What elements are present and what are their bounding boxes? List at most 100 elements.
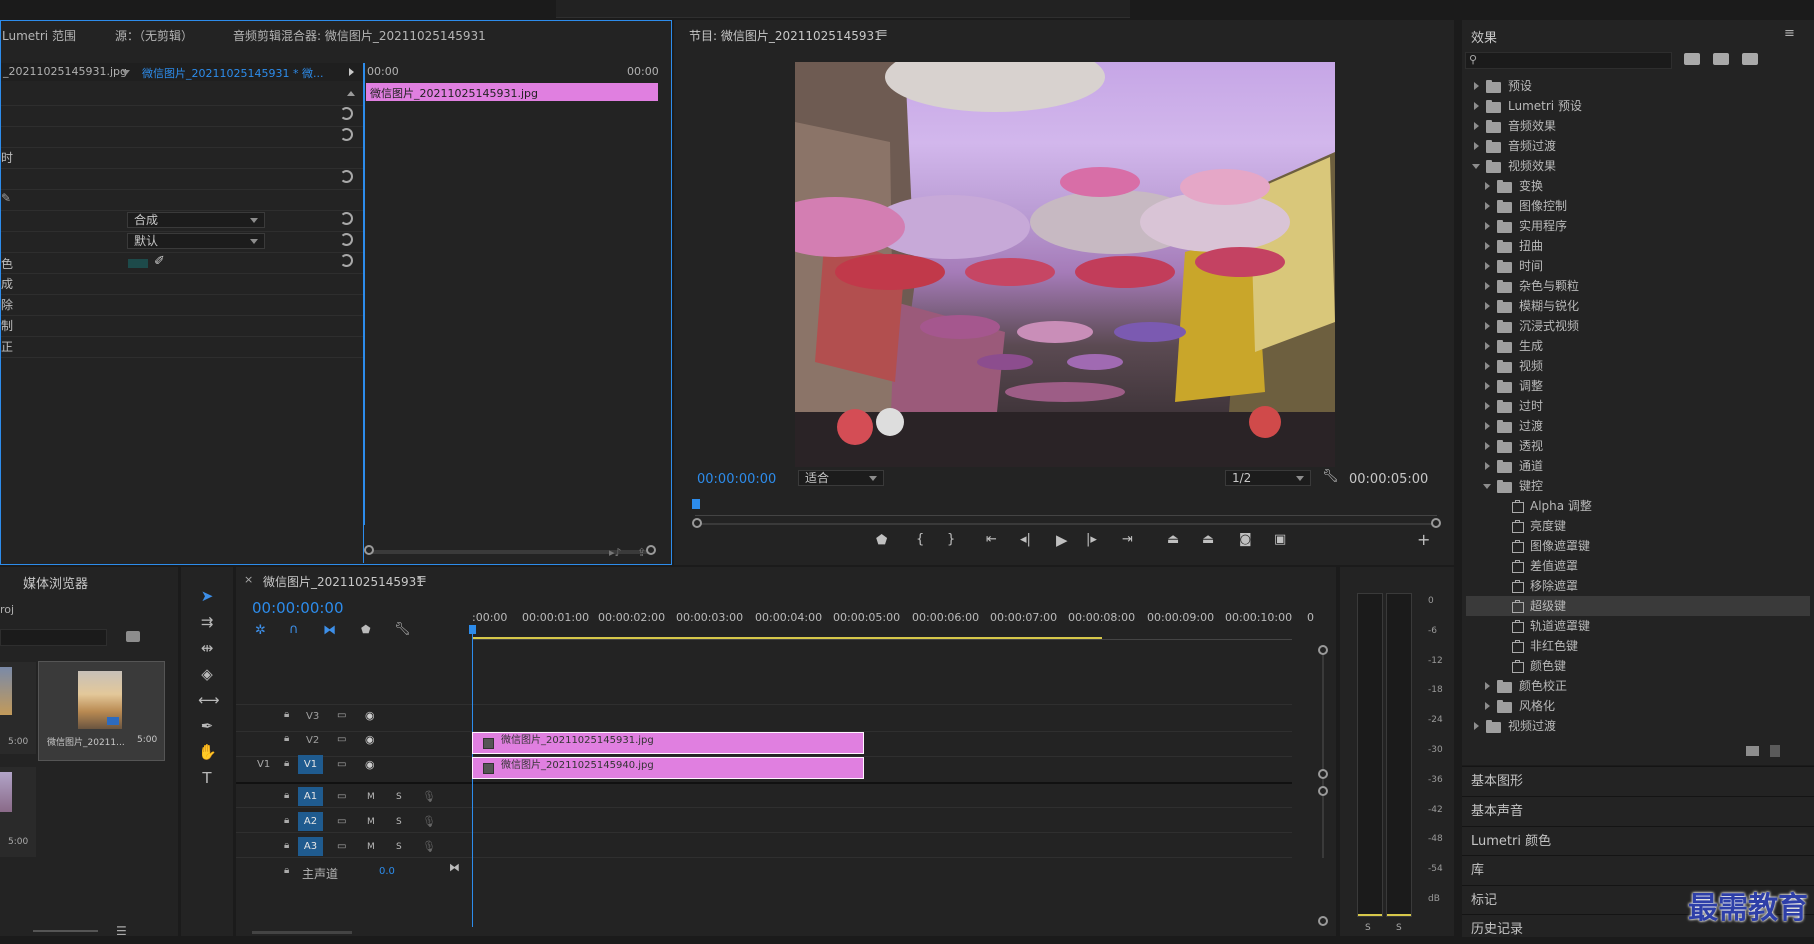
sync-lock-icon[interactable]: ▭ — [337, 734, 346, 745]
chevron-right-icon[interactable] — [1485, 222, 1490, 230]
v-scroll-handle[interactable] — [1318, 769, 1328, 779]
reset-icon[interactable] — [340, 212, 353, 225]
effects-tree-item[interactable]: 预设 — [1466, 76, 1810, 96]
effects-tree-item[interactable]: 时间 — [1466, 256, 1810, 276]
reset-icon[interactable] — [340, 107, 353, 120]
effects-tree-item[interactable]: 调整 — [1466, 376, 1810, 396]
ec-scroll-left-handle[interactable] — [364, 545, 374, 555]
chevron-right-icon[interactable] — [1485, 302, 1490, 310]
mic-icon[interactable]: 🎙︎ — [422, 790, 436, 803]
32bit-effects-icon[interactable] — [1713, 53, 1729, 65]
effects-tree-item[interactable]: 过渡 — [1466, 416, 1810, 436]
chevron-right-icon[interactable] — [1485, 402, 1490, 410]
eyedropper-icon[interactable]: ✐ — [154, 254, 165, 269]
effects-tree-item[interactable]: Alpha 调整 — [1466, 496, 1810, 516]
effects-tree-item[interactable]: 通道 — [1466, 456, 1810, 476]
timeline-clip[interactable]: 微信图片_20211025145931.jpg — [472, 732, 864, 754]
chevron-right-icon[interactable] — [1474, 722, 1479, 730]
effects-tree-item[interactable]: 杂色与颗粒 — [1466, 276, 1810, 296]
hand-tool-icon[interactable]: ✋ — [198, 743, 217, 761]
lock-icon[interactable]: 🔒︎ — [284, 840, 289, 851]
color-swatch[interactable] — [128, 259, 148, 268]
blend-default-dropdown[interactable]: 默认 — [127, 233, 265, 249]
lock-icon[interactable]: 🔒︎ — [284, 790, 289, 801]
chevron-right-icon[interactable] — [1474, 82, 1479, 90]
ec-mini-clip[interactable]: 微信图片_20211025145931.jpg — [366, 83, 658, 101]
chevron-right-icon[interactable] — [1485, 682, 1490, 690]
effects-tree-item[interactable]: 非红色键 — [1466, 636, 1810, 656]
effects-tree-item[interactable]: 亮度键 — [1466, 516, 1810, 536]
left-thumb-2[interactable]: 5:00 — [0, 767, 36, 857]
v-scroll-handle[interactable] — [1318, 916, 1328, 926]
effects-search-input[interactable]: ⚲ — [1465, 52, 1672, 69]
effects-tree-item[interactable]: 图像遮罩键 — [1466, 536, 1810, 556]
panel-menu-icon[interactable]: ≡ — [416, 572, 427, 587]
wrench-icon[interactable]: 🔧︎ — [394, 622, 411, 637]
add-marker-icon[interactable]: ⬟ — [876, 533, 887, 548]
panel-lumetri-color[interactable]: Lumetri 颜色 — [1462, 826, 1814, 856]
snap-nest-icon[interactable]: ✲ — [255, 623, 266, 638]
find-icon[interactable] — [126, 631, 140, 642]
effects-tree-item[interactable]: 颜色键 — [1466, 656, 1810, 676]
mute-button[interactable]: M — [367, 842, 375, 852]
lock-icon[interactable]: 🔒︎ — [284, 733, 289, 744]
solo-right-button[interactable]: S — [1396, 923, 1402, 933]
sync-lock-icon[interactable]: ▭ — [337, 791, 346, 802]
clip-sequence-name[interactable]: 微信图片_20211025145931 * 微... — [142, 65, 323, 81]
solo-left-button[interactable]: S — [1365, 923, 1371, 933]
h-scrollbar[interactable] — [252, 931, 352, 934]
resolution-dropdown[interactable]: 1/2 — [1225, 470, 1311, 486]
chevron-right-icon[interactable] — [1485, 382, 1490, 390]
project-zoom-slider[interactable] — [33, 930, 98, 932]
chevron-right-icon[interactable] — [1485, 362, 1490, 370]
delete-icon[interactable] — [1770, 745, 1780, 757]
sync-lock-icon[interactable]: ▭ — [337, 759, 346, 770]
share-icon[interactable]: ⇪ — [637, 546, 646, 559]
mark-out-icon[interactable]: } — [947, 532, 955, 547]
chevron-right-icon[interactable] — [1485, 322, 1490, 330]
program-playhead[interactable] — [692, 499, 700, 509]
program-monitor-title[interactable]: 节目: 微信图片_20211025145931 — [689, 27, 882, 44]
mark-in-icon[interactable]: { — [916, 532, 924, 547]
source-patch-v1[interactable]: V1 — [257, 759, 270, 770]
lock-icon[interactable]: 🔒︎ — [284, 709, 289, 720]
step-back-icon[interactable]: ◂| — [1020, 532, 1031, 547]
tab-audio-clip-mixer[interactable]: 音频剪辑混合器: 微信图片_20211025145931 — [233, 27, 486, 44]
yuv-effects-icon[interactable] — [1742, 53, 1758, 65]
timeline-clip[interactable]: 微信图片_20211025145940.jpg — [472, 757, 864, 779]
chevron-down-icon[interactable] — [1472, 164, 1480, 169]
extract-icon[interactable]: ⏏ — [1202, 532, 1214, 547]
effects-tree-item[interactable]: 生成 — [1466, 336, 1810, 356]
effects-tree-item[interactable]: 键控 — [1466, 476, 1810, 496]
chevron-right-icon[interactable] — [1485, 702, 1490, 710]
v-scroll-handle[interactable] — [1318, 645, 1328, 655]
sync-lock-icon[interactable]: ▭ — [337, 841, 346, 852]
effects-tree-item[interactable]: 扭曲 — [1466, 236, 1810, 256]
track-label-v3[interactable]: V3 — [306, 711, 319, 722]
panel-libraries[interactable]: 库 — [1462, 855, 1814, 885]
scroll-up-arrow[interactable] — [347, 91, 355, 96]
chevron-right-icon[interactable] — [1485, 422, 1490, 430]
chevron-right-icon[interactable] — [1474, 102, 1479, 110]
effects-tree-item[interactable]: 超级键 — [1466, 596, 1810, 616]
track-target-a1[interactable]: A1 — [298, 787, 323, 806]
effects-tree-item[interactable]: 风格化 — [1466, 696, 1810, 716]
add-marker-icon[interactable]: ⬟ — [361, 623, 371, 636]
effects-tree-item[interactable]: 视频效果 — [1466, 156, 1810, 176]
slip-tool-icon[interactable]: ⟷ — [198, 691, 220, 709]
wrench-icon[interactable]: 🔧︎ — [1322, 469, 1339, 484]
razor-tool-icon[interactable]: ◈ — [198, 665, 216, 683]
eye-icon[interactable]: ◉ — [365, 758, 375, 771]
export-frame-icon[interactable]: ▸♪ — [609, 546, 622, 559]
type-tool-icon[interactable]: T — [198, 769, 216, 787]
lock-icon[interactable]: 🔒︎ — [284, 758, 289, 769]
chevron-right-icon[interactable] — [1485, 462, 1490, 470]
solo-button[interactable]: S — [396, 792, 402, 802]
panel-essential-sound[interactable]: 基本声音 — [1462, 796, 1814, 826]
ec-scroll-right-handle[interactable] — [646, 545, 656, 555]
effects-tree-item[interactable]: 图像控制 — [1466, 196, 1810, 216]
track-select-tool-icon[interactable]: ⇉ — [198, 613, 216, 631]
effects-tree-item[interactable]: 轨道遮罩键 — [1466, 616, 1810, 636]
camera-icon[interactable]: ◙ — [1239, 532, 1252, 547]
mute-button[interactable]: M — [367, 817, 375, 827]
